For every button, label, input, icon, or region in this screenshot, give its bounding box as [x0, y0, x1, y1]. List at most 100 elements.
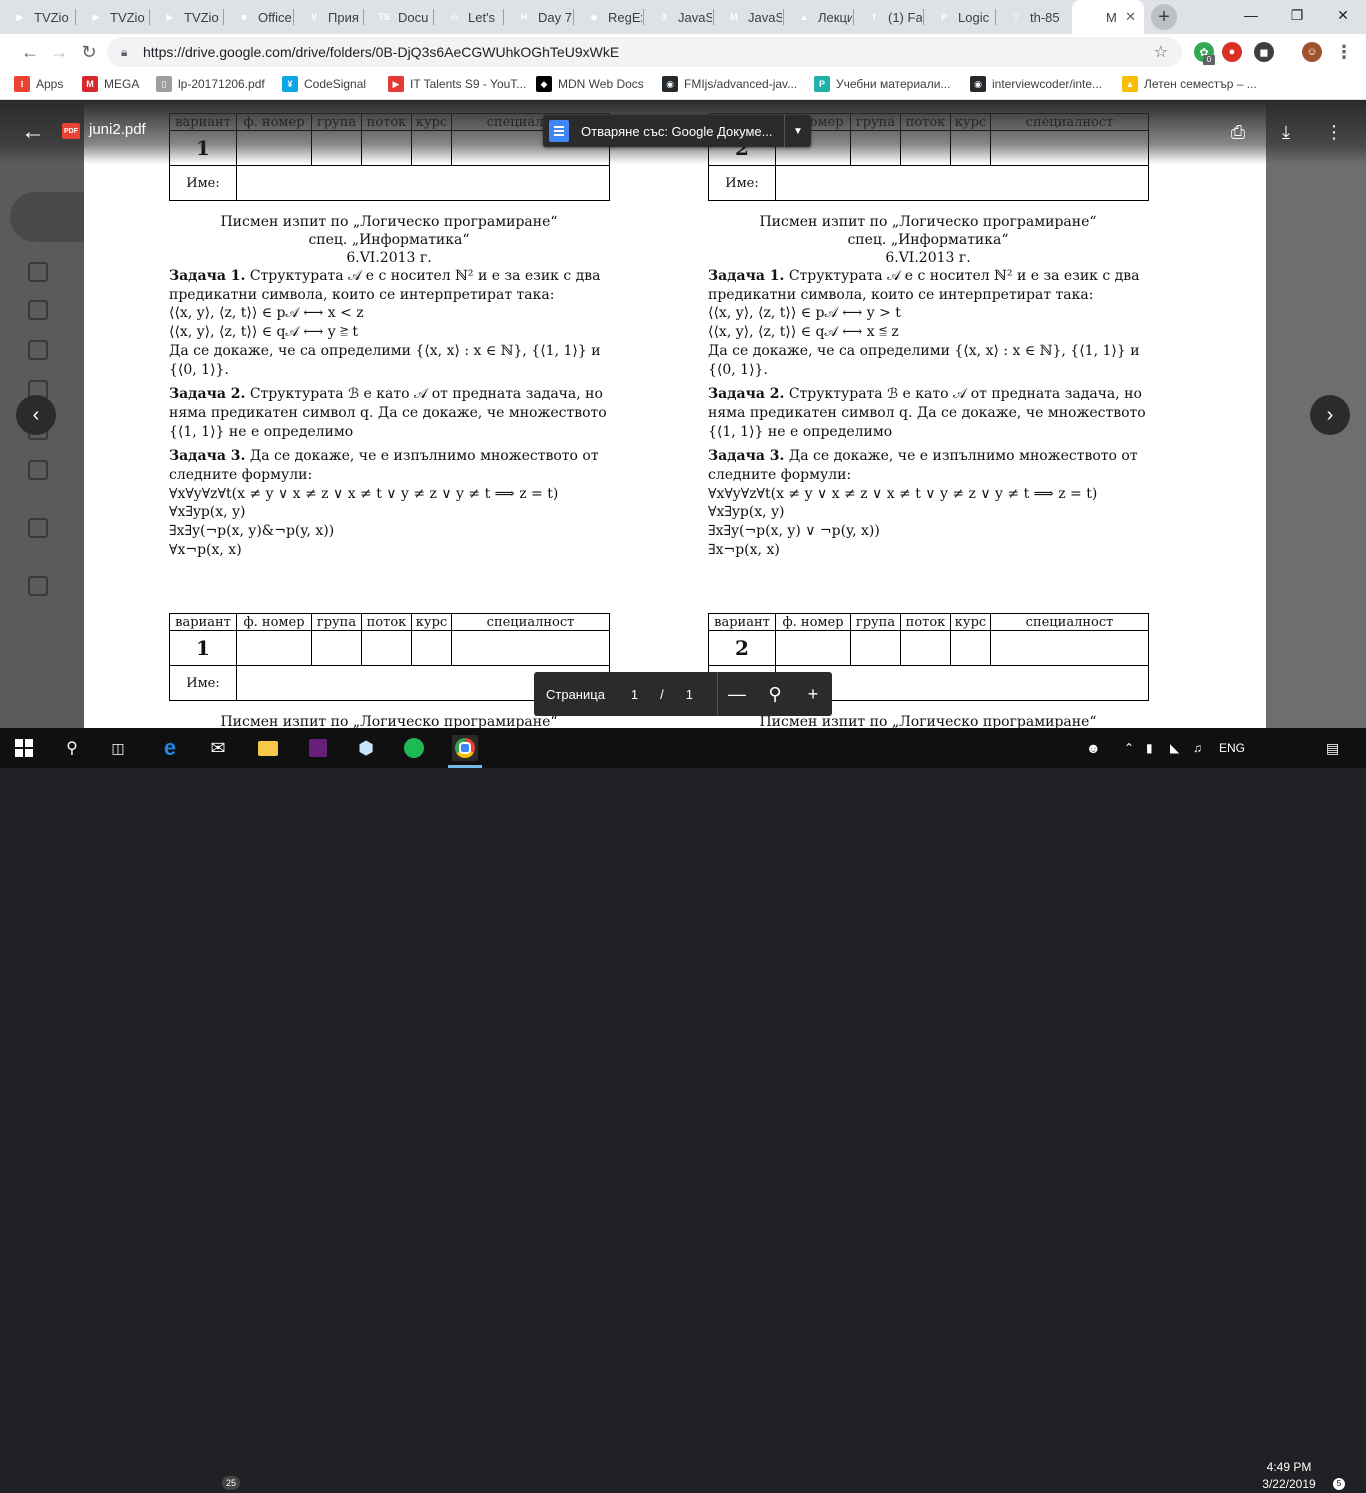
- tab-11[interactable]: ▲ Лекци: [784, 0, 852, 34]
- problem-3: Задача 3. Да се докаже, че е изпълнимо м…: [169, 447, 609, 484]
- entry-cell[interactable]: [900, 630, 951, 666]
- entry-cell[interactable]: [990, 630, 1149, 666]
- header-cell: група: [850, 613, 901, 631]
- more-options-icon[interactable]: ⋮: [1322, 120, 1346, 144]
- entry-cell[interactable]: [850, 630, 901, 666]
- storage-icon[interactable]: [28, 576, 48, 596]
- reload-button[interactable]: ↻: [75, 38, 103, 66]
- file-explorer-icon[interactable]: [256, 736, 280, 760]
- bookmark-item[interactable]: ▲ Летен семестър – ...: [1122, 70, 1257, 98]
- tab-10[interactable]: M JavaS: [714, 0, 782, 34]
- tab-0[interactable]: ▶ TVZio: [0, 0, 74, 34]
- open-with-button[interactable]: Отваряне със: Google Докуме... ▼: [543, 115, 811, 147]
- spotify-icon[interactable]: [402, 736, 426, 760]
- shared-icon[interactable]: [28, 340, 48, 360]
- tab-7[interactable]: H Day 7: [504, 0, 572, 34]
- new-tab-button[interactable]: +: [1151, 4, 1177, 30]
- close-tab-icon[interactable]: ✕: [1125, 9, 1136, 25]
- name-field[interactable]: [236, 165, 610, 201]
- people-icon[interactable]: ☻: [1086, 728, 1101, 768]
- problem-2: Задача 2. Структурата ℬ е като 𝒜 от пред…: [708, 385, 1148, 441]
- task-view-icon[interactable]: ◫: [106, 736, 130, 760]
- computers-icon[interactable]: [28, 300, 48, 320]
- tab-9[interactable]: 3 JavaS: [644, 0, 712, 34]
- variant-number: 2: [708, 630, 776, 666]
- name-field[interactable]: [775, 165, 1149, 201]
- bookmark-item[interactable]: ▯ lp-20171206.pdf: [156, 70, 265, 98]
- close-window-button[interactable]: ✕: [1320, 0, 1366, 30]
- chrome-taskbar-icon[interactable]: [452, 735, 478, 761]
- visual-studio-icon[interactable]: [306, 736, 330, 760]
- previous-file-arrow-icon[interactable]: ‹: [16, 395, 56, 435]
- tab-4[interactable]: V Прия: [294, 0, 362, 34]
- tab-12[interactable]: f (1) Fa: [854, 0, 923, 34]
- download-icon[interactable]: ⤓: [1274, 120, 1298, 144]
- back-button[interactable]: ←: [16, 38, 44, 66]
- zoom-icon[interactable]: ⚲: [756, 684, 794, 705]
- notifications-icon[interactable]: ▤: [1326, 728, 1339, 768]
- tab-title: Прия: [328, 9, 359, 25]
- bookmark-item[interactable]: P Учебни материали...: [814, 70, 950, 98]
- bookmark-star-icon[interactable]: ☆: [1154, 42, 1168, 62]
- tab-title: RegEx: [608, 9, 642, 25]
- tab-6[interactable]: ‹/› Let's: [434, 0, 502, 34]
- entry-cell[interactable]: [950, 630, 991, 666]
- extension-grey-icon[interactable]: ◼: [1254, 42, 1274, 62]
- clock[interactable]: 4:49 PM 3/22/2019: [1260, 1459, 1318, 1493]
- language-indicator[interactable]: ENG: [1219, 728, 1245, 768]
- zoom-out-button[interactable]: —: [718, 684, 756, 705]
- tab-3[interactable]: ■ Office: [224, 0, 292, 34]
- minimize-button[interactable]: —: [1228, 0, 1274, 30]
- entry-cell[interactable]: [411, 630, 452, 666]
- tab-13[interactable]: P Logic: [924, 0, 994, 34]
- page-current[interactable]: 1: [631, 687, 638, 702]
- my-drive-icon[interactable]: [28, 262, 48, 282]
- entry-cell[interactable]: [236, 630, 312, 666]
- backups-icon[interactable]: [28, 518, 48, 538]
- tab-8[interactable]: ◆ RegEx: [574, 0, 642, 34]
- forward-button[interactable]: →: [45, 38, 73, 66]
- profile-avatar[interactable]: ☺: [1302, 42, 1322, 62]
- bookmark-item[interactable]: ◆ MDN Web Docs: [536, 70, 644, 98]
- bookmark-item[interactable]: M MEGA: [82, 70, 139, 98]
- bookmark-label: FMIjs/advanced-jav...: [684, 77, 798, 91]
- battery-icon[interactable]: ▮: [1146, 728, 1153, 768]
- entry-cell[interactable]: [451, 630, 610, 666]
- close-viewer-arrow-icon[interactable]: ←: [20, 118, 46, 145]
- menu-kebab-icon[interactable]: ⋮: [1334, 42, 1354, 62]
- wifi-icon[interactable]: ◣: [1170, 728, 1179, 768]
- edge-icon[interactable]: e: [158, 735, 182, 760]
- bookmark-item[interactable]: ▶ IT Talents S9 - YouT...: [388, 70, 526, 98]
- problem-1-task: Да се докаже, че са определими {⟨x, x⟩ :…: [169, 342, 601, 378]
- tray-chevron-icon[interactable]: ⌃: [1124, 728, 1134, 768]
- tab-favicon-icon: H: [520, 12, 528, 22]
- volume-icon[interactable]: ♫: [1193, 728, 1202, 768]
- mail-icon[interactable]: ✉: [206, 736, 230, 760]
- entry-cell[interactable]: [311, 630, 362, 666]
- entry-cell[interactable]: [361, 630, 412, 666]
- zoom-in-button[interactable]: +: [794, 684, 832, 705]
- address-bar[interactable]: 🔒︎ https://drive.google.com/drive/folder…: [107, 37, 1182, 67]
- tab-5[interactable]: TS Docu: [364, 0, 432, 34]
- search-icon[interactable]: ⚲: [60, 736, 84, 760]
- bookmark-item[interactable]: ¥ CodeSignal: [282, 70, 366, 98]
- clock-time: 4:49 PM: [1266, 1460, 1312, 1474]
- entry-cell[interactable]: [775, 630, 851, 666]
- extension-red-icon[interactable]: ●: [1222, 42, 1242, 62]
- tab-2[interactable]: ▶ TVZio: [150, 0, 222, 34]
- windows-start-icon[interactable]: [12, 736, 36, 760]
- tab-1[interactable]: ▶ TVZio: [76, 0, 148, 34]
- trash-icon[interactable]: [28, 460, 48, 480]
- bookmark-item[interactable]: ◉ interviewcoder/inte...: [970, 70, 1102, 98]
- tab-separator: [149, 9, 150, 25]
- tab-14[interactable]: ▯ th-85: [996, 0, 1070, 34]
- print-icon[interactable]: ⎙: [1226, 120, 1250, 144]
- maximize-button[interactable]: ❐: [1274, 0, 1320, 30]
- next-file-arrow-icon[interactable]: ›: [1310, 395, 1350, 435]
- bookmark-item[interactable]: ◉ FMIjs/advanced-jav...: [662, 70, 797, 98]
- tab-15[interactable]: ▲ M ✕: [1072, 0, 1144, 34]
- virtualbox-icon[interactable]: ⬢: [354, 736, 378, 760]
- bookmark-item[interactable]: ⁝ Apps: [14, 70, 63, 98]
- bookmark-icon: ¥: [282, 76, 298, 92]
- chevron-down-icon[interactable]: ▼: [785, 126, 811, 137]
